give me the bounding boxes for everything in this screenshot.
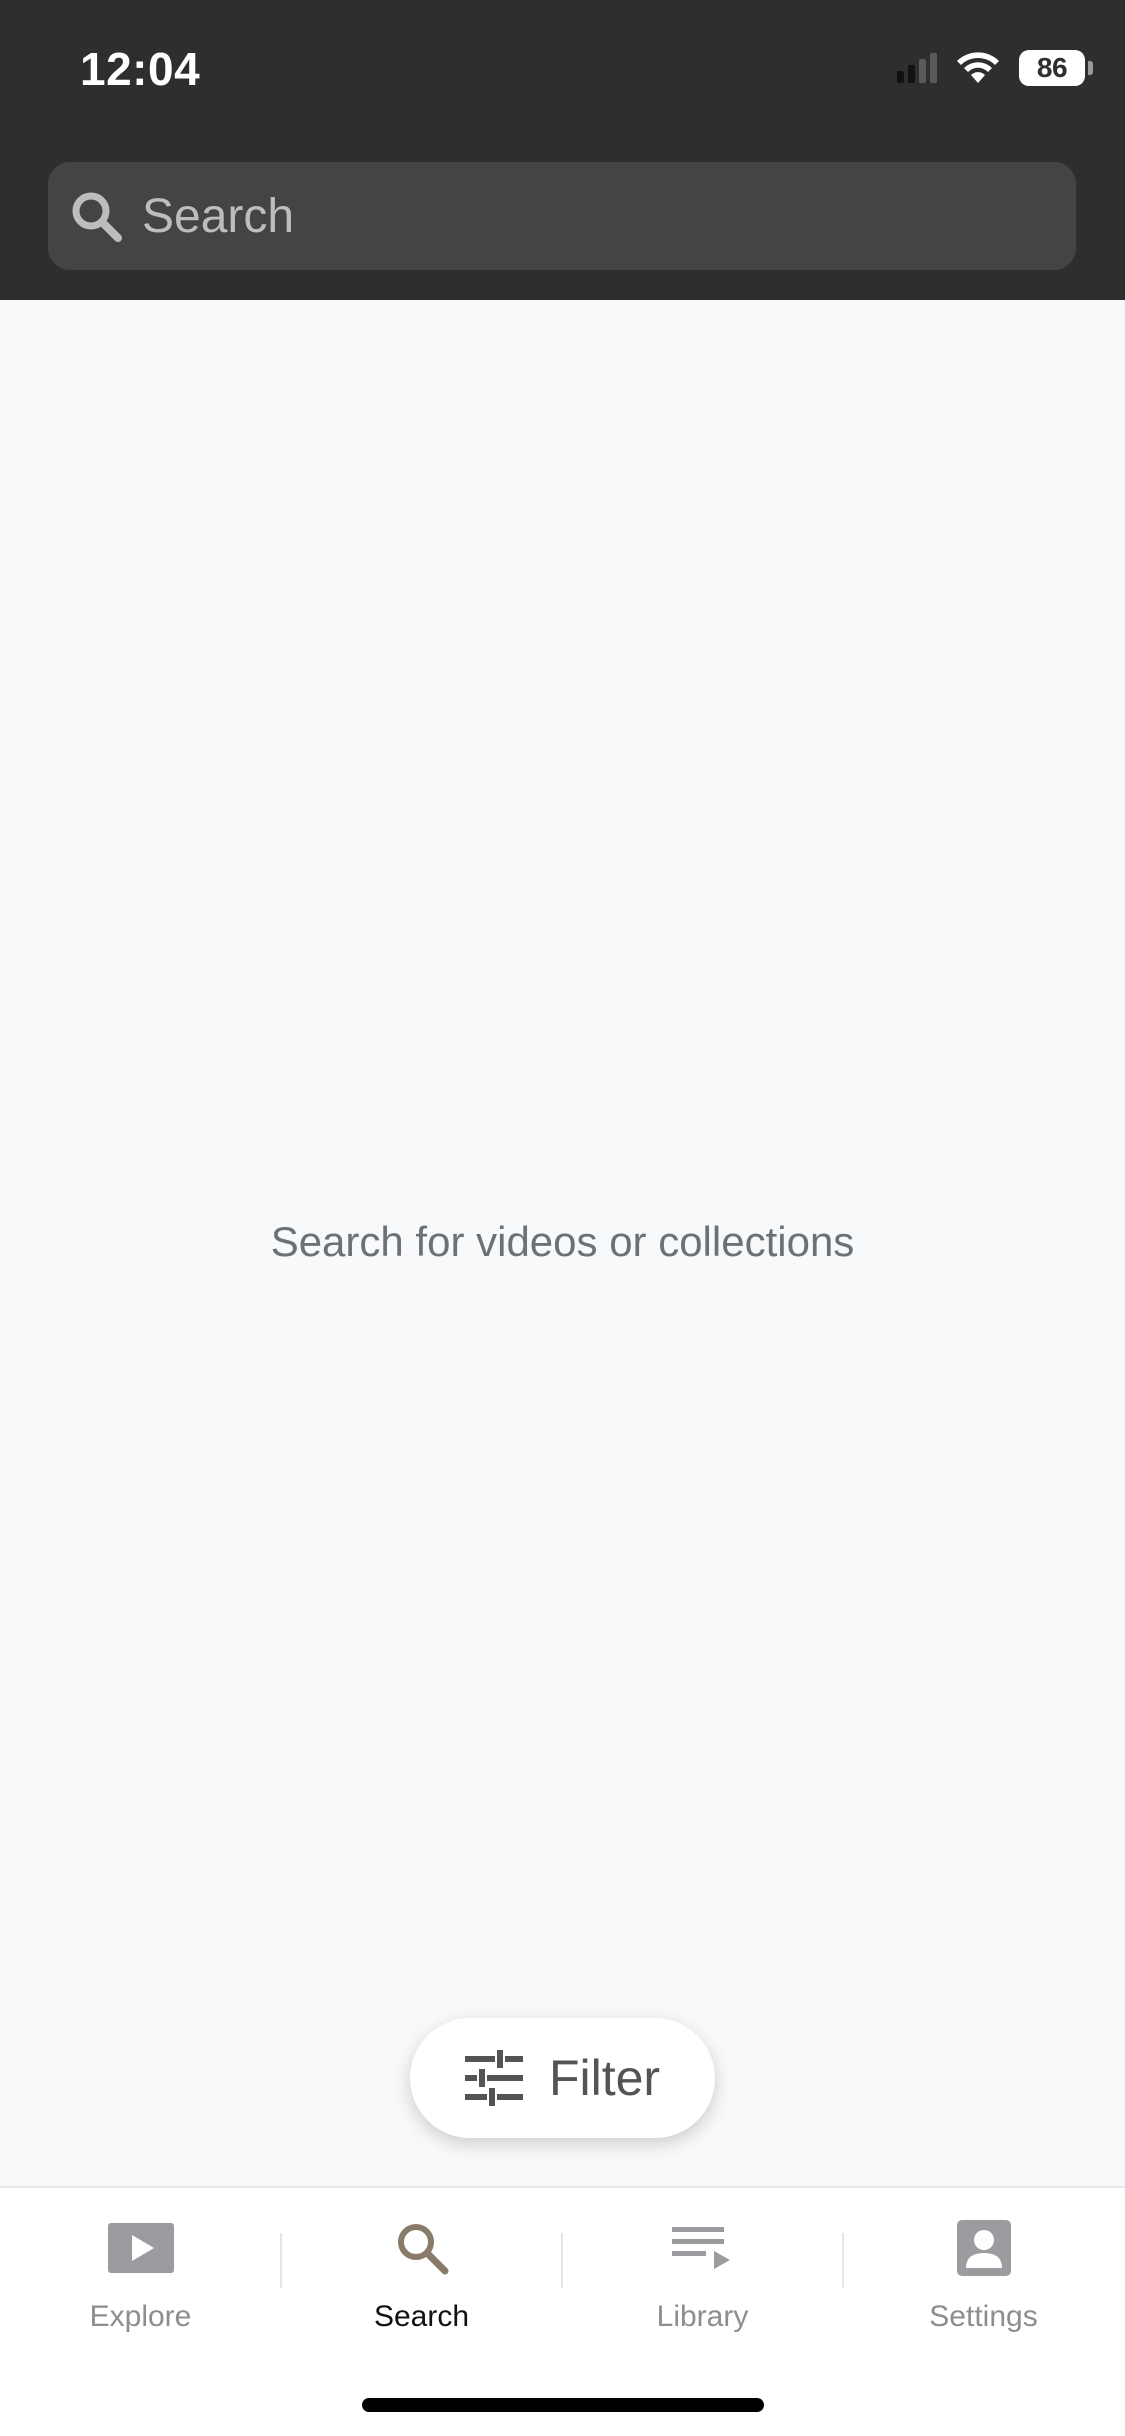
status-time: 12:04 bbox=[80, 43, 201, 95]
wifi-icon bbox=[957, 52, 999, 83]
cellular-signal-icon bbox=[897, 53, 937, 83]
search-input[interactable] bbox=[140, 176, 1040, 256]
playlist-icon bbox=[663, 2208, 743, 2288]
battery-level: 86 bbox=[1036, 52, 1068, 83]
play-icon bbox=[101, 2208, 181, 2288]
tab-library[interactable]: Library bbox=[562, 2188, 843, 2358]
search-screen: 12:04 86 Search Search for videos or col… bbox=[0, 0, 1125, 2436]
battery-indicator: 86 bbox=[1019, 50, 1093, 86]
tab-search[interactable]: Search bbox=[281, 2188, 562, 2358]
status-icons: 86 bbox=[897, 46, 1093, 90]
person-icon bbox=[944, 2208, 1024, 2288]
tab-explore[interactable]: Explore bbox=[0, 2188, 281, 2358]
home-indicator bbox=[362, 2398, 764, 2412]
sliders-icon bbox=[464, 2050, 523, 2106]
filter-button-label: Filter bbox=[548, 2050, 661, 2106]
empty-state-message: Search for videos or collections bbox=[270, 1218, 855, 1265]
search-icon bbox=[68, 188, 124, 244]
tab-settings[interactable]: Settings bbox=[843, 2188, 1124, 2358]
search-bar[interactable] bbox=[48, 162, 1076, 270]
tab-settings-label: Settings bbox=[929, 2300, 1038, 2333]
filter-button[interactable]: Filter bbox=[410, 2018, 715, 2138]
header: 12:04 86 bbox=[0, 0, 1125, 300]
tab-explore-label: Explore bbox=[89, 2300, 192, 2333]
tab-library-label: Library bbox=[656, 2300, 749, 2333]
tab-search-label: Search bbox=[373, 2300, 470, 2333]
search-icon bbox=[382, 2208, 462, 2288]
